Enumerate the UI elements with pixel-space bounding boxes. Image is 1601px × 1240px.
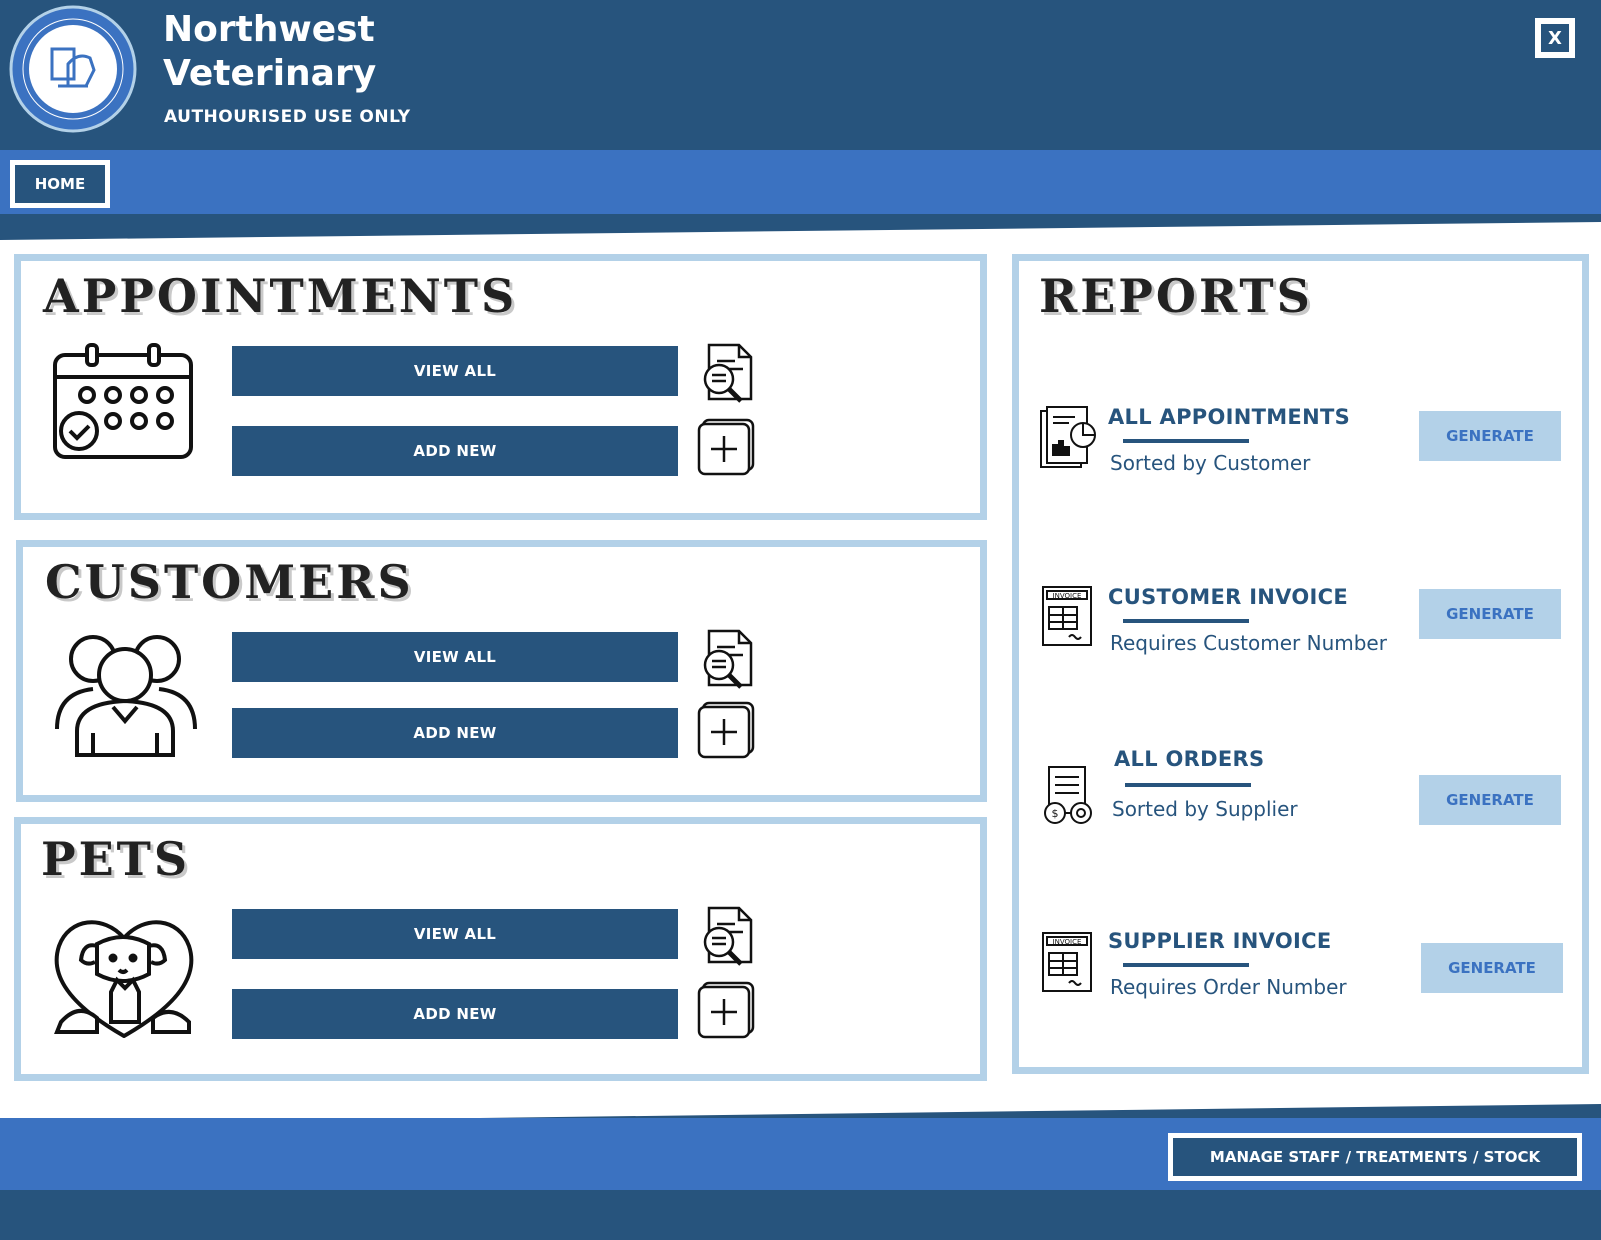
appointments-add-new-button[interactable]: ADD NEW — [232, 426, 678, 476]
report-divider — [1125, 783, 1251, 787]
report-divider — [1123, 963, 1249, 967]
footer-base — [0, 1190, 1601, 1240]
close-button[interactable]: X — [1535, 18, 1575, 58]
search-document-icon[interactable] — [695, 904, 757, 970]
report-divider — [1123, 619, 1249, 623]
invoice-icon: INVOICE — [1041, 931, 1093, 997]
pets-add-new-button[interactable]: ADD NEW — [232, 989, 678, 1039]
report-title: CUSTOMER INVOICE — [1108, 585, 1348, 609]
reports-title: REPORTS — [1039, 269, 1313, 323]
clinic-logo — [8, 4, 138, 134]
add-plus-icon[interactable] — [695, 979, 757, 1045]
customers-view-all-button[interactable]: VIEW ALL — [232, 632, 678, 682]
invoice-icon: INVOICE — [1041, 585, 1093, 651]
generate-supplier-invoice-button[interactable]: GENERATE — [1421, 943, 1563, 993]
appointments-panel: APPOINTMENTS VIEW ALL ADD NEW — [14, 254, 987, 520]
report-title: ALL APPOINTMENTS — [1108, 405, 1350, 429]
brand-name-line2: Veterinary — [163, 53, 377, 94]
report-subtitle: Requires Order Number — [1110, 975, 1347, 999]
report-subtitle: Sorted by Supplier — [1112, 797, 1298, 821]
appointments-title: APPOINTMENTS — [43, 269, 518, 323]
svg-text:INVOICE: INVOICE — [1053, 938, 1082, 946]
svg-text:INVOICE: INVOICE — [1053, 592, 1082, 600]
generate-customer-invoice-button[interactable]: GENERATE — [1419, 589, 1561, 639]
generate-all-appointments-button[interactable]: GENERATE — [1419, 411, 1561, 461]
pets-view-all-button[interactable]: VIEW ALL — [232, 909, 678, 959]
pets-panel: PETS VIEW ALL ADD NEW — [14, 817, 987, 1081]
report-subtitle: Sorted by Customer — [1110, 451, 1311, 475]
orders-document-gear-icon: $ — [1039, 765, 1099, 835]
customers-panel: CUSTOMERS VIEW ALL ADD NEW — [16, 540, 987, 802]
report-chart-document-icon — [1039, 405, 1099, 475]
report-divider — [1123, 439, 1249, 443]
manage-staff-treatments-stock-button[interactable]: MANAGE STAFF / TREATMENTS / STOCK — [1168, 1133, 1582, 1181]
pets-dog-cat-icon — [51, 910, 197, 1042]
reports-panel: REPORTS ALL APPOINTMENTS Sorted by Custo… — [1012, 254, 1589, 1074]
report-title: ALL ORDERS — [1114, 747, 1265, 771]
generate-all-orders-button[interactable]: GENERATE — [1419, 775, 1561, 825]
calendar-icon — [51, 343, 197, 465]
report-subtitle: Requires Customer Number — [1110, 631, 1387, 655]
customers-title: CUSTOMERS — [45, 555, 414, 609]
svg-text:$: $ — [1052, 807, 1059, 820]
nav-bar — [0, 150, 1601, 222]
add-plus-icon[interactable] — [695, 416, 757, 482]
search-document-icon[interactable] — [695, 341, 757, 407]
brand-name-line1: Northwest — [163, 9, 375, 50]
home-button[interactable]: HOME — [10, 160, 110, 208]
pets-title: PETS — [41, 832, 191, 886]
search-document-icon[interactable] — [695, 627, 757, 693]
appointments-view-all-button[interactable]: VIEW ALL — [232, 346, 678, 396]
add-plus-icon[interactable] — [695, 699, 757, 765]
nav-diagonal-divider — [0, 214, 1601, 240]
tagline: AUTHOURISED USE ONLY — [164, 107, 411, 127]
report-title: SUPPLIER INVOICE — [1108, 929, 1332, 953]
customers-add-new-button[interactable]: ADD NEW — [232, 708, 678, 758]
customers-group-icon — [53, 629, 199, 761]
